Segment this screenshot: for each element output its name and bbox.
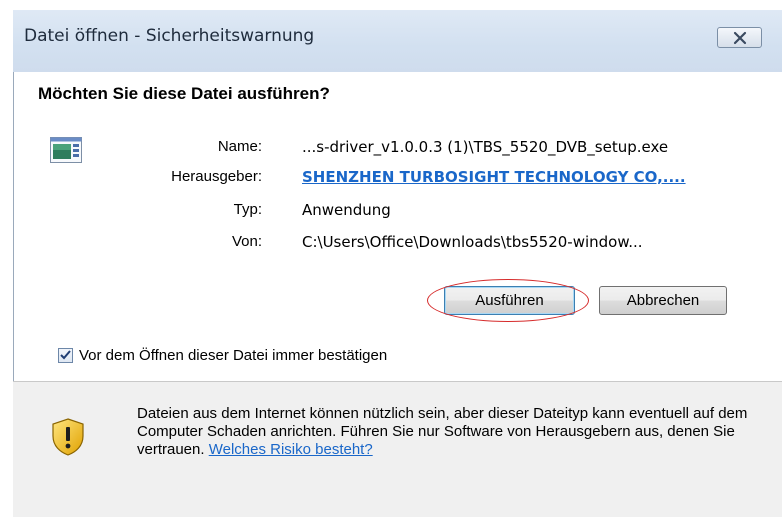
checkmark-icon [60,350,71,360]
always-confirm-row[interactable]: Vor dem Öffnen dieser Datei immer bestät… [58,345,387,365]
close-icon [733,31,746,44]
publisher-label: Herausgeber: [171,168,262,185]
window-title: Datei öffnen - Sicherheitswarnung [24,26,315,46]
risk-link[interactable]: Welches Risiko besteht? [209,441,373,458]
name-label: Name: [217,138,262,155]
dialog-question: Möchten Sie diese Datei ausführen? [38,84,330,103]
publisher-link[interactable]: SHENZHEN TURBOSIGHT TECHNOLOGY CO,.... [302,168,686,186]
from-value: C:\Users\Office\Downloads\tbs5520-window… [302,233,643,251]
type-value: Anwendung [302,201,391,219]
always-confirm-checkbox[interactable] [58,347,73,363]
warning-text: Dateien aus dem Internet können nützlich… [137,405,767,459]
security-shield-icon [52,418,84,456]
run-button[interactable]: Ausführen [444,286,575,315]
close-button[interactable] [717,27,762,48]
type-label: Typ: [233,201,262,218]
application-file-icon [50,137,82,163]
name-value: ...s-driver_v1.0.0.3 (1)\TBS_5520_DVB_se… [302,138,669,156]
from-label: Von: [231,233,262,250]
cancel-button[interactable]: Abbrechen [599,286,727,315]
always-confirm-label[interactable]: Vor dem Öffnen dieser Datei immer bestät… [79,347,387,364]
